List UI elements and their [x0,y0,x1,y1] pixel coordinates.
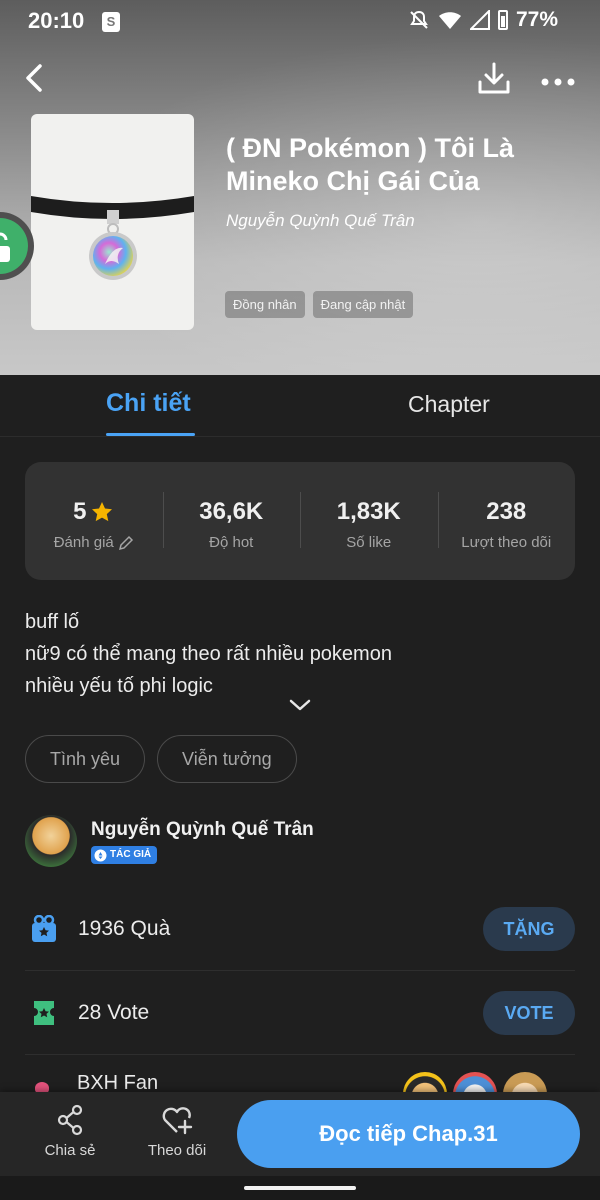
book-tags: Đồng nhân Đang cập nhật [225,291,414,318]
battery-icon [497,10,508,30]
genre-chip[interactable]: Viễn tưởng [157,735,297,783]
wifi-icon [438,12,461,29]
active-tab-indicator [106,433,195,436]
author-card[interactable]: Nguyễn Quỳnh Quế Trân TÁC GIẢ [25,815,575,867]
hot-value: 36,6K [199,498,264,525]
lock-icon[interactable] [0,208,38,284]
vote-count: 28 Vote [78,1001,150,1024]
mute-icon [410,10,428,29]
vote-ticket-icon [34,1001,54,1025]
description-line: nữ9 có thể mang theo rất nhiều pokemon [25,643,392,665]
vote-row: 28 Vote VOTE [25,971,575,1055]
share-label: Chia sẻ [44,1142,96,1159]
book-title: ( ĐN Pokémon ) Tôi Là Mineko Chị Gái Của [226,133,515,196]
tab-details[interactable]: Chi tiết [106,389,191,418]
likes-value: 1,83K [336,498,401,525]
author-badge: TÁC GIẢ [91,846,158,864]
book-cover-image [31,114,194,330]
follow-label: Theo dõi [147,1142,207,1159]
book-author[interactable]: Nguyễn Quỳnh Quế Trân [226,211,415,231]
author-name: Nguyễn Quỳnh Quế Trân [91,819,314,840]
author-avatar [25,815,77,867]
tag-fanfic[interactable]: Đồng nhân [225,291,305,318]
stat-rating[interactable]: 5 Đánh giá [25,462,163,580]
follow-button[interactable]: Theo dõi [137,1104,217,1159]
back-arrow-icon[interactable] [20,60,50,96]
hot-label: Độ hot [209,534,254,551]
stat-likes: 1,83K Số like [300,462,438,580]
author-badge-label: TÁC GIẢ [110,849,152,860]
gift-count: 1936 Quà [78,917,171,940]
bottom-action-bar: Chia sẻ Theo dõi Đọc tiếp Chap.31 [0,1092,600,1176]
gift-button[interactable]: TẶNG [483,907,575,951]
heart-plus-icon [162,1107,193,1135]
necklace-illustration [31,196,194,280]
shop-notification-icon: S [102,12,120,32]
status-bar: 20:10 S 77% [0,6,600,38]
home-indicator[interactable] [244,1186,356,1190]
edit-pencil-icon[interactable] [118,535,134,551]
description-line: buff lố [25,611,80,633]
tab-chapter[interactable]: Chapter [408,391,490,418]
followers-label: Lượt theo dõi [461,534,552,551]
share-button[interactable]: Chia sẻ [30,1104,110,1159]
genre-chip[interactable]: Tình yêu [25,735,146,783]
share-icon [57,1104,83,1136]
gift-row: 1936 Quà TẶNG [25,887,575,971]
description: buff lố nữ9 có thể mang theo rất nhiều p… [25,606,575,702]
download-icon[interactable] [476,60,512,96]
continue-reading-button[interactable]: Đọc tiếp Chap.31 [237,1100,580,1168]
gift-icon [32,915,56,942]
stats-card: 5 Đánh giá 36,6K Độ hot 1,83K Số like 23… [25,462,575,580]
top-toolbar [0,56,600,100]
rating-value: 5 [73,498,87,525]
chevron-down-icon[interactable] [288,697,312,713]
vote-button[interactable]: VOTE [483,991,575,1035]
stat-followers: 238 Lượt theo dõi [437,462,576,580]
more-options-icon[interactable] [538,60,578,96]
cell-signal-icon [469,10,490,30]
rating-label: Đánh giá [53,534,114,551]
genre-list: Tình yêu Viễn tưởng [25,735,297,783]
stat-hot: 36,6K Độ hot [162,462,301,580]
likes-label: Số like [346,534,392,551]
verified-icon [94,849,107,861]
battery-percent: 77% [515,8,558,31]
tag-status[interactable]: Đang cập nhật [312,291,414,318]
star-icon [92,502,113,522]
status-time: 20:10 [28,8,85,33]
followers-value: 238 [486,498,527,525]
tab-bar: Chi tiết Chapter [0,375,600,437]
